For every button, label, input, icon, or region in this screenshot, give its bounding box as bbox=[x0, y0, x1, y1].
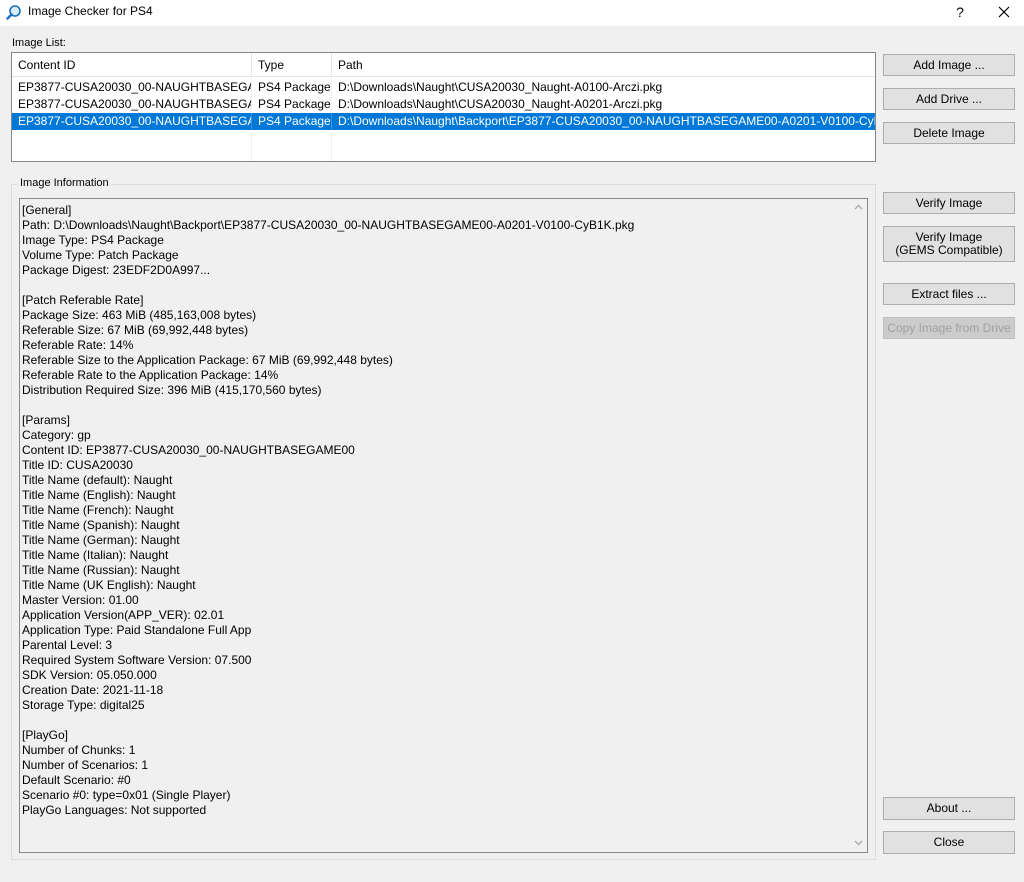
magnifier-app-icon bbox=[6, 4, 22, 20]
info-line: SDK Version: 05.050.000 bbox=[22, 668, 157, 682]
window-title: Image Checker for PS4 bbox=[28, 4, 153, 18]
info-line: Title Name (Russian): Naught bbox=[22, 563, 180, 577]
info-line: PlayGo Languages: Not supported bbox=[22, 803, 207, 817]
cell-type: PS4 Package bbox=[252, 79, 332, 96]
close-window-icon[interactable] bbox=[990, 2, 1018, 22]
cell-content-id: EP3877-CUSA20030_00-NAUGHTBASEGAM... bbox=[12, 79, 252, 96]
list-header: Content ID Type Path bbox=[12, 53, 875, 77]
info-line: Number of Chunks: 1 bbox=[22, 743, 136, 757]
column-header-content-id[interactable]: Content ID bbox=[12, 53, 252, 77]
add-image-button[interactable]: Add Image ... bbox=[883, 54, 1015, 76]
title-bar: Image Checker for PS4 ? bbox=[0, 0, 1024, 26]
image-information-label: Image Information bbox=[17, 177, 112, 189]
cell-type: PS4 Package bbox=[252, 96, 332, 113]
info-line: [PlayGo] bbox=[22, 728, 69, 742]
cell-content-id: EP3877-CUSA20030_00-NAUGHTBASEGAM... bbox=[12, 96, 252, 113]
info-line: Application Version(APP_VER): 02.01 bbox=[22, 608, 225, 622]
info-text-content: [General] Path: D:\Downloads\Naught\Backp… bbox=[22, 203, 850, 818]
empty-cell bbox=[12, 130, 252, 147]
info-line: Path: D:\Downloads\Naught\Backport\EP387… bbox=[22, 218, 635, 232]
info-line: Title Name (German): Naught bbox=[22, 533, 180, 547]
info-line: Scenario #0: type=0x01 (Single Player) bbox=[22, 788, 231, 802]
info-line: Storage Type: digital25 bbox=[22, 698, 145, 712]
extract-files-button[interactable]: Extract files ... bbox=[883, 283, 1015, 305]
image-list[interactable]: Content ID Type Path EP3877-CUSA20030_00… bbox=[11, 52, 876, 162]
empty-row bbox=[12, 147, 875, 161]
list-item[interactable]: EP3877-CUSA20030_00-NAUGHTBASEGAM... PS4… bbox=[12, 96, 875, 113]
info-line bbox=[22, 278, 850, 293]
info-line: Title Name (Italian): Naught bbox=[22, 548, 169, 562]
cell-type: PS4 Package bbox=[252, 113, 332, 130]
info-line: Master Version: 01.00 bbox=[22, 593, 139, 607]
info-line: Number of Scenarios: 1 bbox=[22, 758, 149, 772]
empty-cell bbox=[12, 147, 252, 161]
info-line: Referable Rate to the Application Packag… bbox=[22, 368, 279, 382]
info-line: Referable Size to the Application Packag… bbox=[22, 353, 393, 367]
vertical-scrollbar[interactable] bbox=[850, 199, 867, 852]
verify-image-gems-button[interactable]: Verify Image (GEMS Compatible) bbox=[883, 226, 1015, 262]
info-line: Image Type: PS4 Package bbox=[22, 233, 164, 247]
info-line: Content ID: EP3877-CUSA20030_00-NAUGHTBA… bbox=[22, 443, 355, 457]
info-line: Application Type: Paid Standalone Full A… bbox=[22, 623, 252, 637]
info-line: Title Name (French): Naught bbox=[22, 503, 174, 517]
cell-path: D:\Downloads\Naught\CUSA20030_Naught-A01… bbox=[338, 80, 663, 94]
delete-image-button[interactable]: Delete Image bbox=[883, 122, 1015, 144]
empty-row bbox=[12, 130, 875, 147]
info-line: Title Name (UK English): Naught bbox=[22, 578, 196, 592]
copy-image-from-drive-button[interactable]: Copy Image from Drive bbox=[883, 317, 1015, 339]
cell-content-id: EP3877-CUSA20030_00-NAUGHTBASEGAM... bbox=[12, 113, 252, 130]
info-line: Creation Date: 2021-11-18 bbox=[22, 683, 164, 697]
column-header-path[interactable]: Path bbox=[332, 53, 875, 77]
info-line bbox=[22, 713, 850, 728]
cell-path: D:\Downloads\Naught\CUSA20030_Naught-A02… bbox=[338, 97, 663, 111]
info-line: Title Name (English): Naught bbox=[22, 488, 176, 502]
info-line: [Patch Referable Rate] bbox=[22, 293, 144, 307]
info-line: [Params] bbox=[22, 413, 71, 427]
info-line: Title ID: CUSA20030 bbox=[22, 458, 133, 472]
close-button[interactable]: Close bbox=[883, 831, 1015, 854]
info-line: Package Size: 463 MiB (485,163,008 bytes… bbox=[22, 308, 257, 322]
list-item[interactable]: EP3877-CUSA20030_00-NAUGHTBASEGAM... PS4… bbox=[12, 79, 875, 96]
add-drive-button[interactable]: Add Drive ... bbox=[883, 88, 1015, 110]
info-line: Default Scenario: #0 bbox=[22, 773, 131, 787]
image-list-label: Image List: bbox=[12, 37, 66, 49]
image-information-text[interactable]: [General] Path: D:\Downloads\Naught\Backp… bbox=[19, 198, 868, 853]
empty-cell bbox=[252, 130, 332, 147]
list-item-selected[interactable]: EP3877-CUSA20030_00-NAUGHTBASEGAM... PS4… bbox=[12, 113, 875, 130]
verify-gems-label-line2: (GEMS Compatible) bbox=[895, 243, 1003, 257]
info-line: [General] bbox=[22, 203, 72, 217]
info-line: Referable Size: 67 MiB (69,992,448 bytes… bbox=[22, 323, 249, 337]
info-line: Distribution Required Size: 396 MiB (415… bbox=[22, 383, 322, 397]
info-line: Referable Rate: 14% bbox=[22, 338, 134, 352]
cell-path: D:\Downloads\Naught\Backport\EP3877-CUSA… bbox=[338, 114, 875, 128]
info-line: Category: gp bbox=[22, 428, 91, 442]
about-button[interactable]: About ... bbox=[883, 797, 1015, 820]
info-line: Parental Level: 3 bbox=[22, 638, 113, 652]
scroll-up-icon[interactable] bbox=[850, 199, 867, 216]
column-header-type[interactable]: Type bbox=[252, 53, 332, 77]
info-line: Title Name (default): Naught bbox=[22, 473, 173, 487]
empty-cell bbox=[252, 147, 332, 161]
info-line: Package Digest: 23EDF2D0A997... bbox=[22, 263, 211, 277]
verify-image-button[interactable]: Verify Image bbox=[883, 192, 1015, 214]
info-line: Title Name (Spanish): Naught bbox=[22, 518, 180, 532]
info-line: Required System Software Version: 07.500 bbox=[22, 653, 252, 667]
info-line: Volume Type: Patch Package bbox=[22, 248, 179, 262]
scroll-down-icon[interactable] bbox=[850, 835, 867, 852]
help-button[interactable]: ? bbox=[946, 2, 974, 22]
info-line bbox=[22, 398, 850, 413]
